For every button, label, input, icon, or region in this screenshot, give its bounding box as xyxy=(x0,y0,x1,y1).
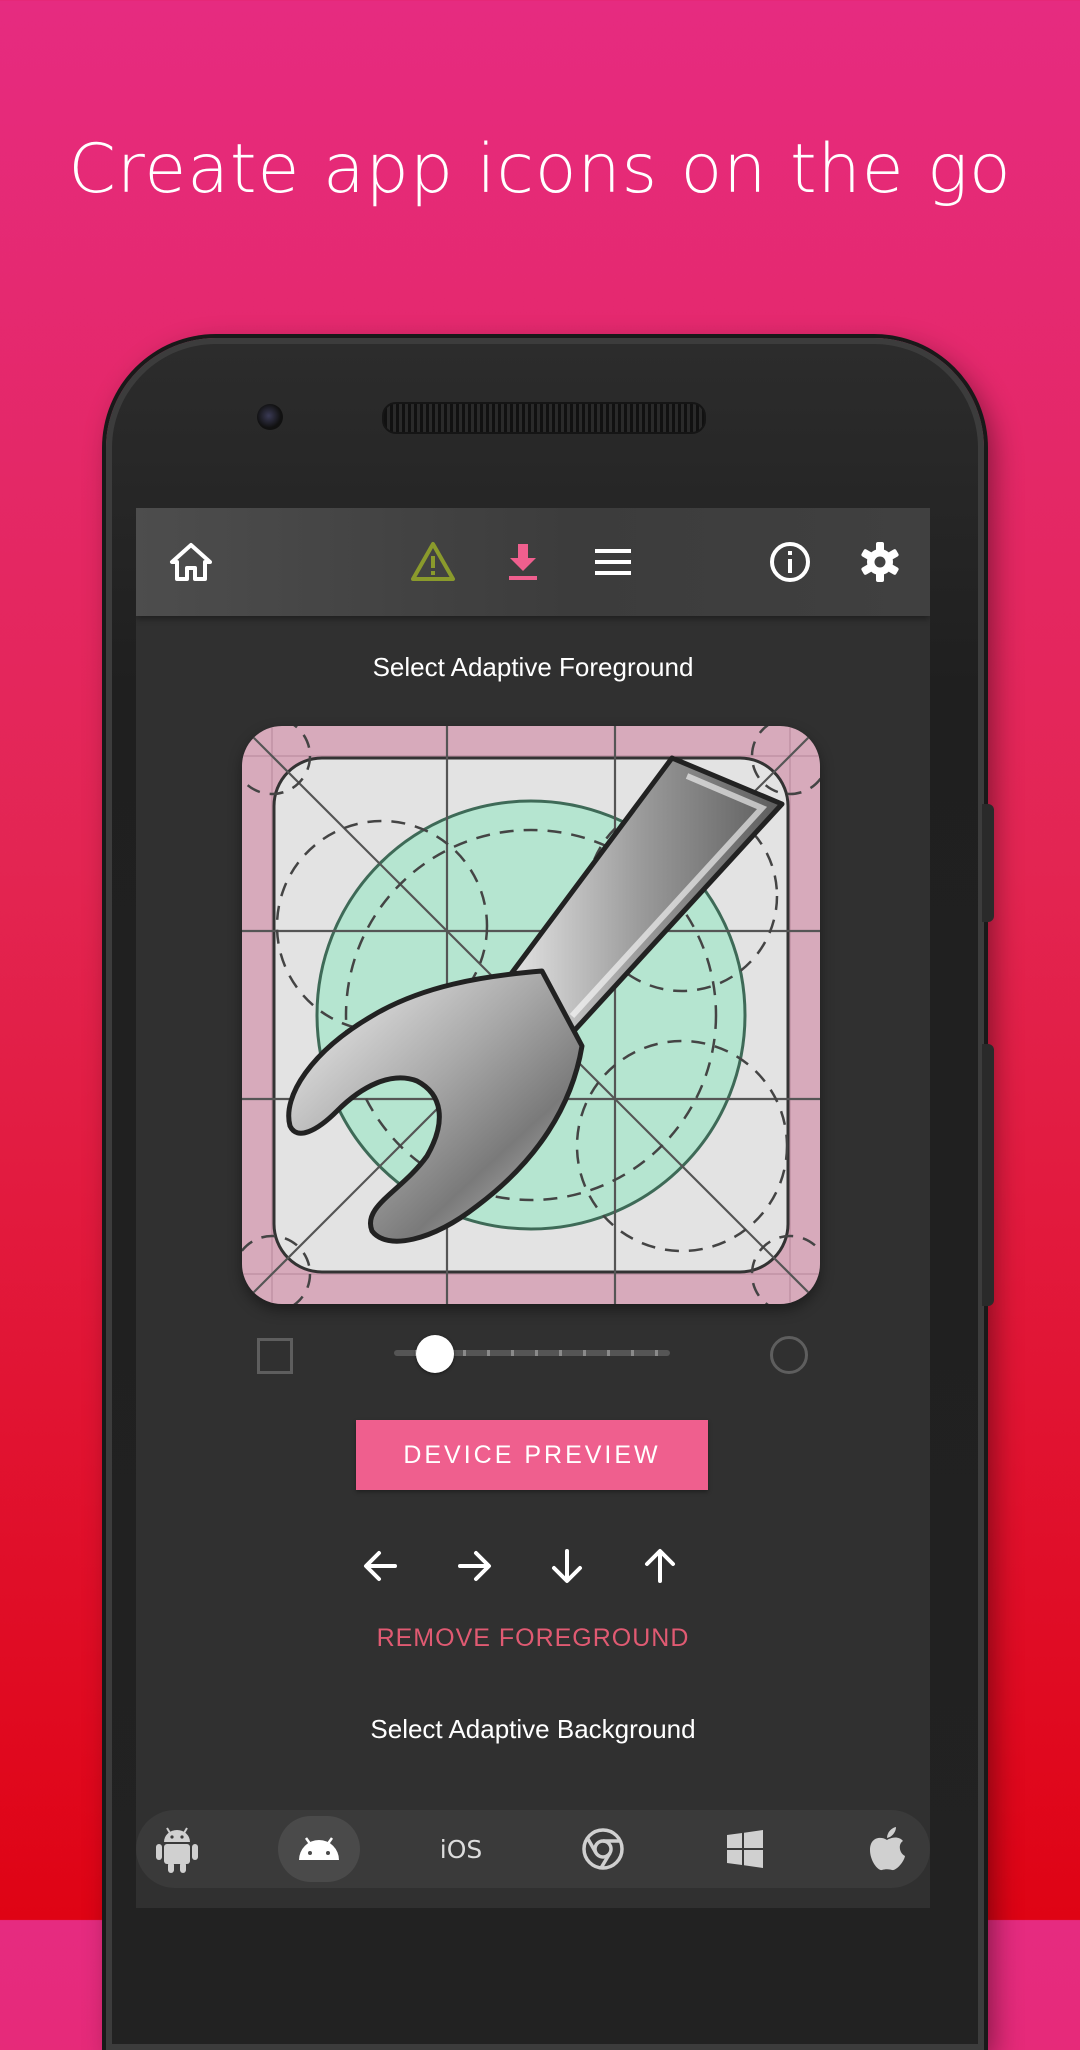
headline: Create app icons on the go xyxy=(68,130,1012,209)
info-icon[interactable] xyxy=(766,538,814,586)
arrow-right-icon[interactable] xyxy=(452,1544,496,1588)
android-adaptive-icon xyxy=(299,1837,339,1860)
arrow-down-icon[interactable] xyxy=(545,1544,589,1588)
home-icon[interactable] xyxy=(167,538,215,586)
download-icon[interactable] xyxy=(499,538,547,586)
corner-slider-thumb[interactable] xyxy=(416,1335,455,1373)
platform-tab-android-adaptive[interactable] xyxy=(278,1816,360,1882)
arrow-up-icon[interactable] xyxy=(638,1544,682,1588)
phone-camera xyxy=(257,404,283,430)
chrome-icon xyxy=(582,1828,624,1870)
phone-speaker xyxy=(382,402,706,434)
menu-icon[interactable] xyxy=(589,538,637,586)
warning-icon[interactable] xyxy=(409,538,457,586)
device-preview-button[interactable]: DEVICE PREVIEW xyxy=(356,1420,708,1490)
platform-tab-apple[interactable] xyxy=(846,1816,928,1882)
android-legacy-icon xyxy=(156,1827,198,1873)
settings-icon[interactable] xyxy=(856,538,904,586)
icon-preview-image xyxy=(242,726,820,1304)
platform-tab-windows[interactable] xyxy=(704,1816,786,1882)
foreground-title: Select Adaptive Foreground xyxy=(372,652,694,682)
phone-frame: Select Adaptive Foreground DEVICE PREVIE… xyxy=(106,338,994,2050)
phone-side-button xyxy=(982,804,994,922)
platform-tab-chrome[interactable] xyxy=(562,1816,644,1882)
apple-icon xyxy=(870,1827,905,1871)
platform-tab-ios[interactable]: iOS xyxy=(420,1816,502,1882)
windows-icon xyxy=(727,1830,763,1868)
ios-label: iOS xyxy=(439,1834,483,1864)
platform-bar xyxy=(136,1810,930,1888)
arrow-left-icon[interactable] xyxy=(359,1544,403,1588)
foreground-preview[interactable] xyxy=(242,726,820,1304)
app-screen: Select Adaptive Foreground DEVICE PREVIE… xyxy=(136,508,930,1908)
toolbar xyxy=(136,508,930,616)
phone-volume-button xyxy=(982,1044,994,1306)
square-shape-option[interactable] xyxy=(257,1338,293,1374)
background-title: Select Adaptive Background xyxy=(370,1714,696,1744)
circle-shape-option[interactable] xyxy=(770,1336,808,1374)
remove-foreground-button[interactable]: REMOVE FOREGROUND xyxy=(136,1624,930,1653)
platform-tab-android-legacy[interactable] xyxy=(136,1816,218,1882)
